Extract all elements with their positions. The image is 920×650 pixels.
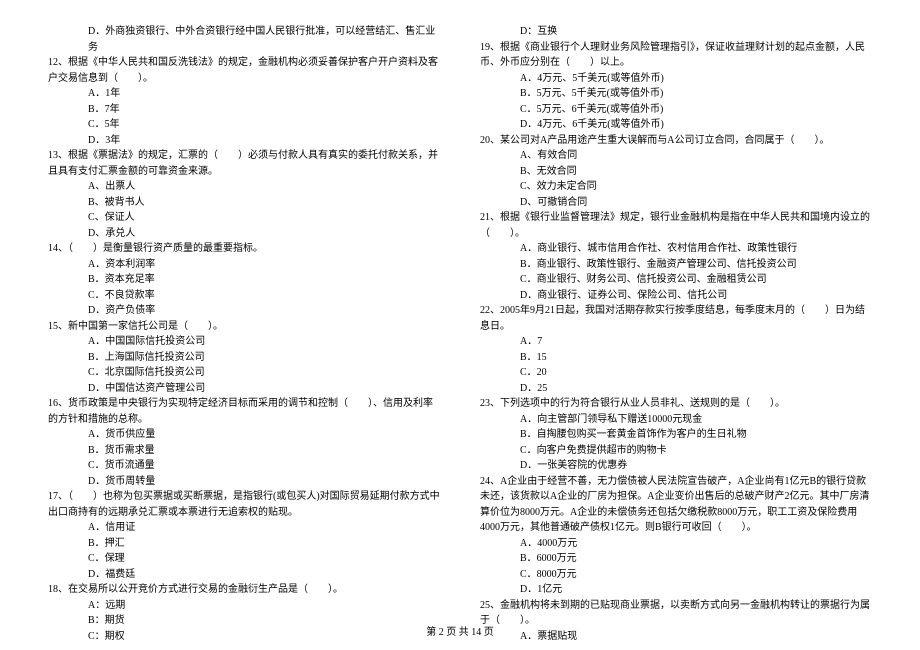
q17-option-d: D．福费廷: [48, 567, 440, 583]
page-content: D．外商独资银行、中外合资银行经中国人民银行批准，可以经营结汇、售汇业务 12、…: [0, 0, 920, 644]
q16-option-d: D．货币周转量: [48, 474, 440, 490]
q13-option-c: C、保证人: [48, 210, 440, 226]
q16-option-b: B．货币需求量: [48, 443, 440, 459]
q12-text: 12、根据《中华人民共和国反洗钱法》的规定，金融机构必须妥善保护客户开户资料及客…: [48, 55, 440, 86]
q17-option-a: A．信用证: [48, 520, 440, 536]
q11-option-d: D．外商独资银行、中外合资银行经中国人民银行批准，可以经营结汇、售汇业务: [48, 24, 440, 55]
q17-text: 17、（ ）也称为包买票据或买断票据，是指银行(或包买人)对国际贸易延期付款方式…: [48, 489, 440, 520]
q16-text: 16、货币政策是中央银行为实现特定经济目标而采用的调节和控制（ ）、信用及利率的…: [48, 396, 440, 427]
q14-option-c: C．不良贷款率: [48, 288, 440, 304]
q12-option-a: A．1年: [48, 86, 440, 102]
q20-option-a: A、有效合同: [480, 148, 872, 164]
q15-option-d: D．中国信达资产管理公司: [48, 381, 440, 397]
q22-option-c: C．20: [480, 365, 872, 381]
q24-text: 24、A企业由于经营不善，无力偿债被人民法院宣告破产，A企业尚有1亿元B的银行贷…: [480, 474, 872, 536]
q19-option-d: D．4万元、6千美元(或等值外币): [480, 117, 872, 133]
right-column: D：互换 19、根据《商业银行个人理财业务风险管理指引》，保证收益理财计划的起点…: [480, 24, 872, 644]
q19-option-c: C．5万元、6千美元(或等值外币): [480, 102, 872, 118]
page-footer: 第 2 页 共 14 页: [0, 623, 920, 638]
q16-option-a: A．货币供应量: [48, 427, 440, 443]
q23-option-c: C．向客户免费提供超市的购物卡: [480, 443, 872, 459]
q23-option-b: B．自掏腰包购买一套黄金首饰作为客户的生日礼物: [480, 427, 872, 443]
q13-text: 13、根据《票据法》的规定，汇票的（ ）必须与付款人具有真实的委托付款关系，并且…: [48, 148, 440, 179]
q17-option-c: C．保理: [48, 551, 440, 567]
q21-option-a: A．商业银行、城市信用合作社、农村信用合作社、政策性银行: [480, 241, 872, 257]
q18-option-a: A：远期: [48, 598, 440, 614]
q15-option-a: A．中国国际信托投资公司: [48, 334, 440, 350]
q19-option-b: B．5万元、5千美元(或等值外币): [480, 86, 872, 102]
q23-option-d: D．一张美容院的优惠券: [480, 458, 872, 474]
q20-option-c: C、效力未定合同: [480, 179, 872, 195]
q12-option-b: B．7年: [48, 102, 440, 118]
q23-text: 23、下列选项中的行为符合银行从业人员非礼、送规则的是（ ）。: [480, 396, 872, 412]
q19-option-a: A．4万元、5千美元(或等值外币): [480, 71, 872, 87]
q19-text: 19、根据《商业银行个人理财业务风险管理指引》，保证收益理财计划的起点金额，人民…: [480, 40, 872, 71]
q17-option-b: B．押汇: [48, 536, 440, 552]
q24-option-a: A．4000万元: [480, 536, 872, 552]
q21-text: 21、根据《银行业监督管理法》规定，银行业金融机构是指在中华人民共和国境内设立的…: [480, 210, 872, 241]
q20-option-b: B、无效合同: [480, 164, 872, 180]
q14-option-d: D．资产负债率: [48, 303, 440, 319]
q24-option-c: C．8000万元: [480, 567, 872, 583]
q23-option-a: A．向主管部门领导私下赠送10000元现金: [480, 412, 872, 428]
q24-option-d: D．1亿元: [480, 582, 872, 598]
q14-text: 14、（ ）是衡量银行资产质量的最重要指标。: [48, 241, 440, 257]
q18-text: 18、在交易所以公开竞价方式进行交易的金融衍生产品是（ ）。: [48, 582, 440, 598]
q14-option-a: A．资本利润率: [48, 257, 440, 273]
q13-option-d: D、承兑人: [48, 226, 440, 242]
q20-text: 20、某公司对A产品用途产生重大误解而与A公司订立合同，合同属于（ ）。: [480, 133, 872, 149]
q13-option-a: A、出票人: [48, 179, 440, 195]
q15-option-c: C．北京国际信托投资公司: [48, 365, 440, 381]
q18-option-d: D：互换: [480, 24, 872, 40]
q21-option-d: D．商业银行、证券公司、保险公司、信托公司: [480, 288, 872, 304]
q21-option-b: B．商业银行、政策性银行、金融资产管理公司、信托投资公司: [480, 257, 872, 273]
q15-option-b: B．上海国际信托投资公司: [48, 350, 440, 366]
q22-option-a: A．7: [480, 334, 872, 350]
q22-option-d: D．25: [480, 381, 872, 397]
left-column: D．外商独资银行、中外合资银行经中国人民银行批准，可以经营结汇、售汇业务 12、…: [48, 24, 440, 644]
q12-option-d: D．3年: [48, 133, 440, 149]
q20-option-d: D、可撤销合同: [480, 195, 872, 211]
q22-option-b: B．15: [480, 350, 872, 366]
q14-option-b: B．资本充足率: [48, 272, 440, 288]
q13-option-b: B、被背书人: [48, 195, 440, 211]
q22-text: 22、2005年9月21日起，我国对活期存款实行按季度结息，每季度末月的（ ）日…: [480, 303, 872, 334]
q15-text: 15、新中国第一家信托公司是（ ）。: [48, 319, 440, 335]
q24-option-b: B．6000万元: [480, 551, 872, 567]
q16-option-c: C．货币流通量: [48, 458, 440, 474]
q21-option-c: C．商业银行、财务公司、信托投资公司、金融租赁公司: [480, 272, 872, 288]
q12-option-c: C．5年: [48, 117, 440, 133]
